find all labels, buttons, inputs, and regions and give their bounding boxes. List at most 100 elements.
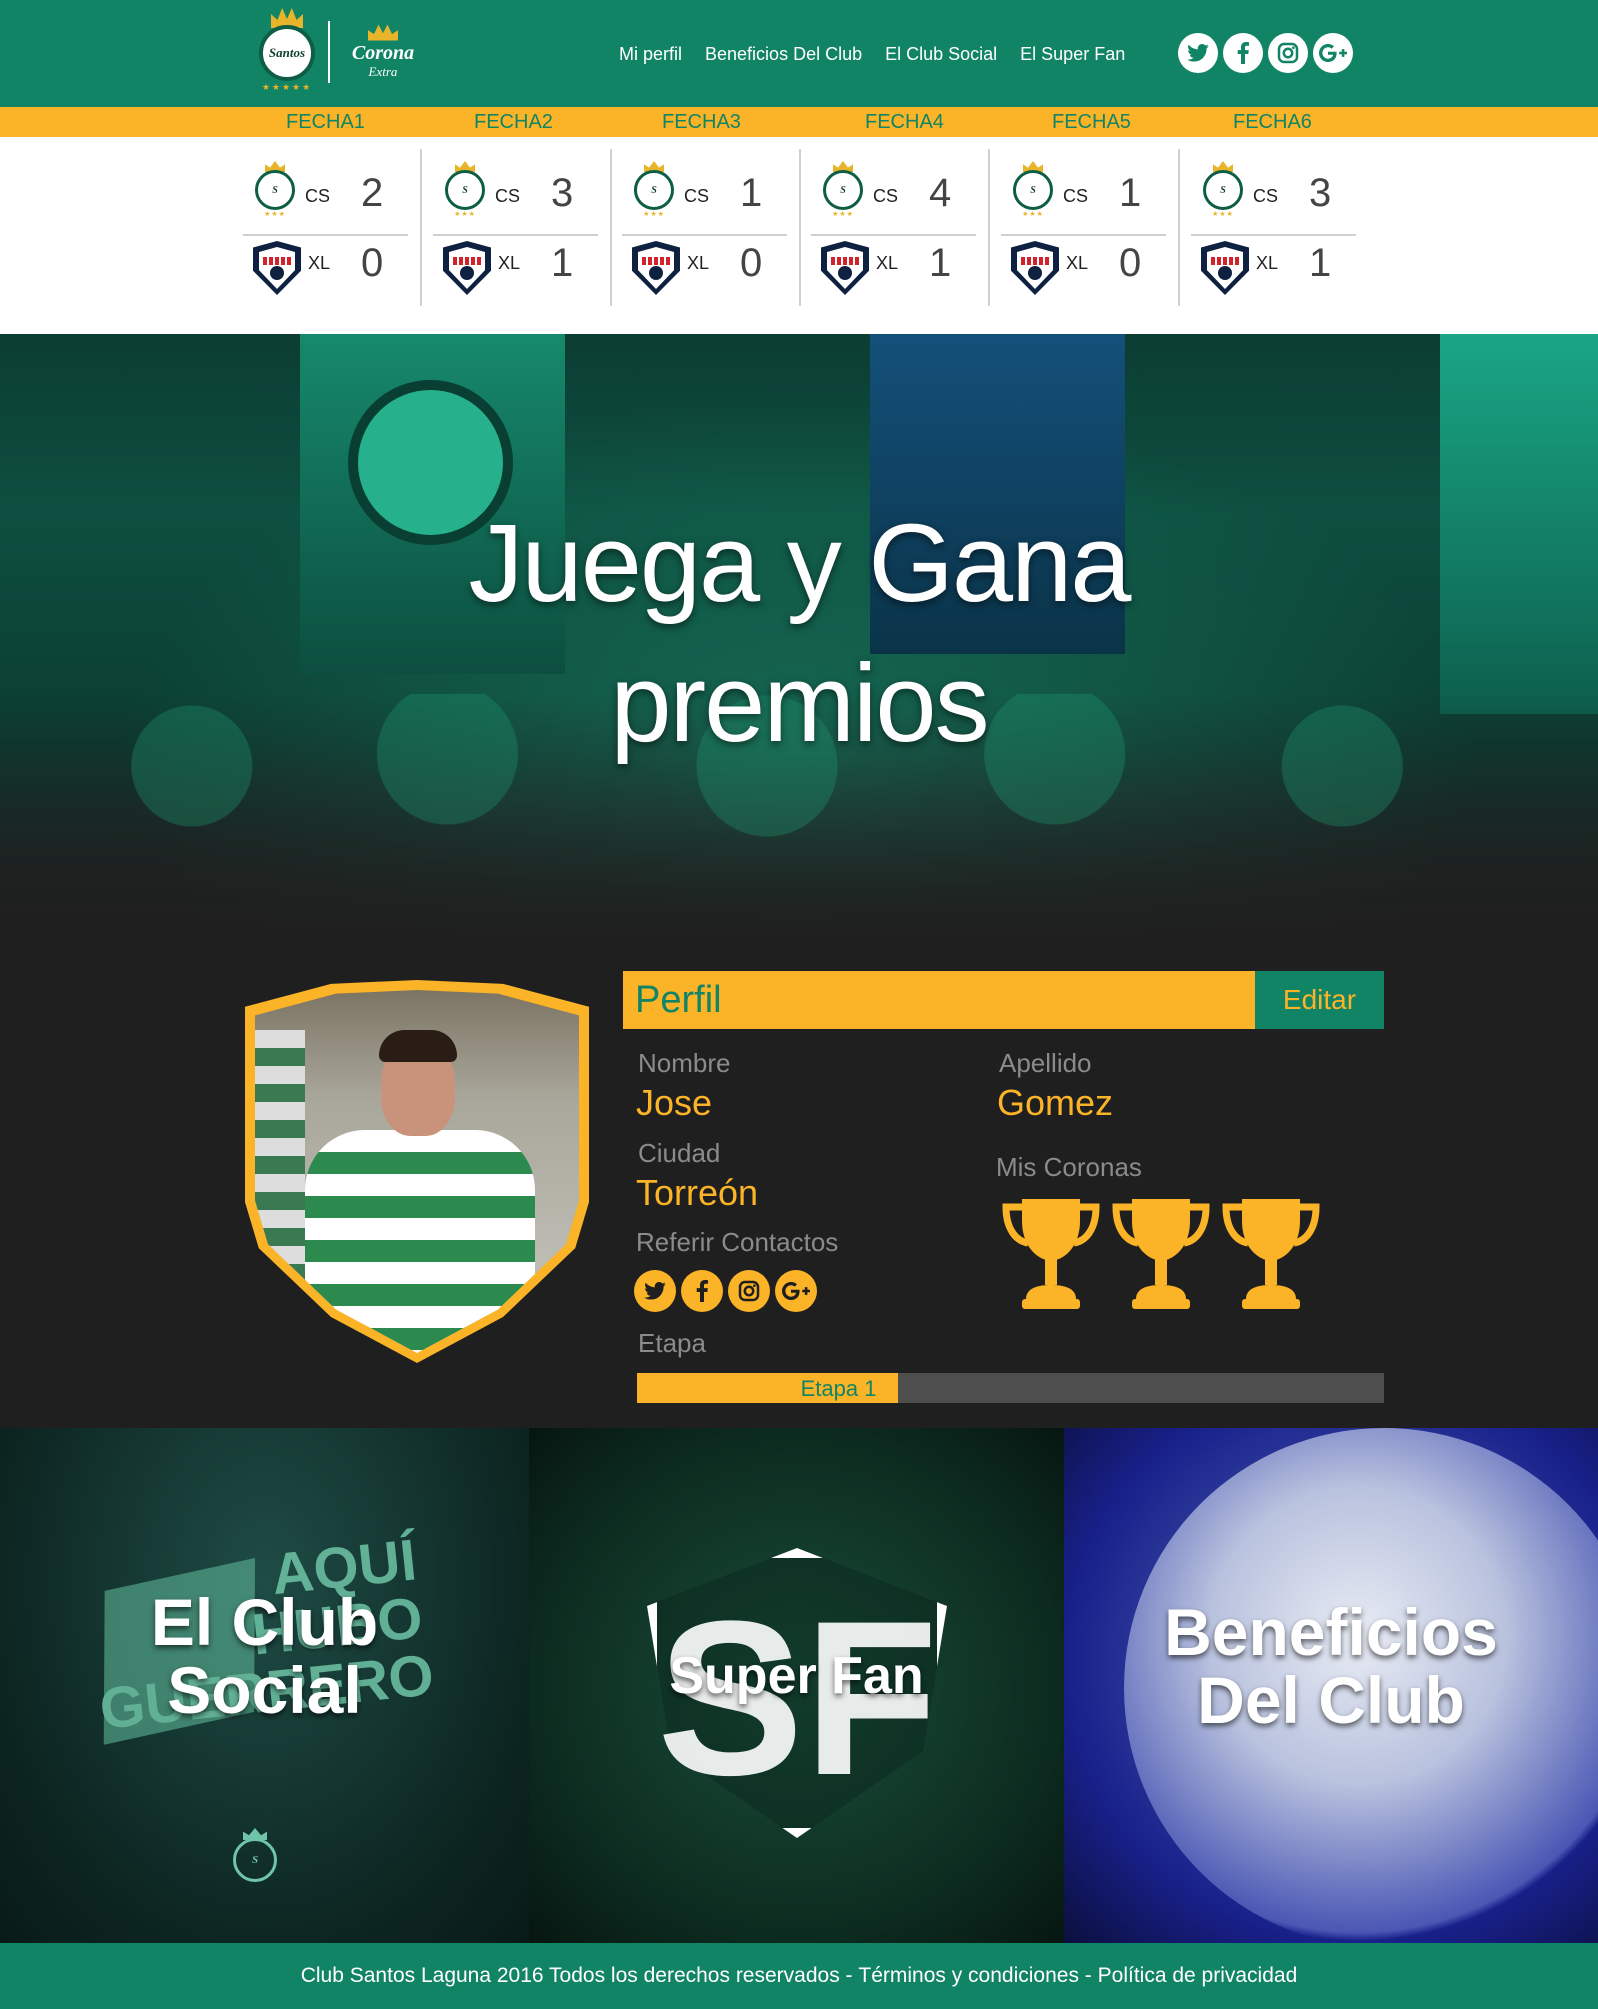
match-divider [1001, 234, 1166, 236]
beneficios-title: Beneficios Del Club [1164, 1594, 1498, 1737]
match-card[interactable]: S ★★★ CS 3 XL 1 [1191, 149, 1356, 304]
match-divider [433, 234, 598, 236]
xl-crest-icon [821, 241, 869, 297]
profile-photo[interactable] [255, 990, 579, 1353]
column-divider [988, 149, 990, 306]
copyright-text: Club Santos Laguna 2016 Todos los derech… [300, 1964, 840, 1987]
match-divider [622, 234, 787, 236]
column-divider [799, 149, 801, 306]
xl-crest-icon [1201, 241, 1249, 297]
apellido-value: Gomez [997, 1082, 1114, 1123]
away-team-code: XL [687, 253, 710, 273]
facebook-icon[interactable] [1223, 33, 1263, 73]
twitter-icon[interactable] [634, 1270, 676, 1312]
away-team-code: XL [1256, 253, 1279, 273]
profile-header: Perfil [623, 971, 1255, 1029]
away-score: 0 [740, 241, 763, 285]
home-team-code: CS [495, 186, 521, 206]
away-score: 1 [1309, 241, 1332, 285]
xl-crest-icon [1011, 241, 1059, 297]
match-divider [1191, 234, 1356, 236]
fecha-2-tab[interactable]: FECHA2 [474, 111, 553, 134]
away-score: 0 [1119, 241, 1142, 285]
away-score: 1 [929, 241, 952, 285]
apellido-label: Apellido [999, 1048, 1092, 1078]
logo-divider [328, 21, 330, 83]
away-team-code: XL [876, 253, 899, 273]
nombre-label: Nombre [638, 1048, 731, 1078]
fecha-5-tab[interactable]: FECHA5 [1052, 111, 1131, 134]
fecha-1-tab[interactable]: FECHA1 [286, 111, 365, 134]
away-score: 1 [551, 241, 574, 285]
away-score: 0 [361, 241, 384, 285]
main-nav: Mi perfil Beneficios Del Club El Club So… [619, 44, 1125, 65]
nombre-value: Jose [636, 1082, 713, 1123]
home-team-code: CS [305, 186, 331, 206]
twitter-icon[interactable] [1178, 33, 1218, 73]
instagram-icon[interactable] [728, 1270, 770, 1312]
nav-mi-perfil[interactable]: Mi perfil [619, 44, 682, 65]
coronas-trophies [1000, 1195, 1322, 1317]
coronas-label: Mis Coronas [996, 1152, 1142, 1182]
privacy-link[interactable]: Política de privacidad [1098, 1964, 1298, 1988]
terms-link[interactable]: Términos y condiciones [858, 1964, 1079, 1988]
match-card[interactable]: S ★★★ CS 3 XL 1 [433, 149, 612, 306]
hero-title: Juega y Gana premios [468, 502, 1132, 765]
fecha-6-tab[interactable]: FECHA6 [1233, 111, 1312, 134]
match-card[interactable]: S ★★★ CS 1 XL 0 [622, 149, 801, 306]
beneficios-tile[interactable]: Beneficios Del Club [1064, 1428, 1598, 1943]
fecha-3-tab[interactable]: FECHA3 [662, 111, 741, 134]
santos-crest-icon: S [229, 1828, 281, 1894]
etapa-progress-bar: Etapa 1 [637, 1373, 1384, 1403]
etapa-progress-fill: Etapa 1 [637, 1373, 899, 1403]
match-card[interactable]: S ★★★ CS 4 XL 1 [811, 149, 990, 306]
santos-crest-icon: S ★★★ [821, 161, 865, 219]
profile-title: Perfil [635, 979, 722, 1021]
google-plus-icon[interactable] [1313, 33, 1353, 73]
club-social-tile[interactable]: AQUÍ HUBO GUERRERO S El Club Social [0, 1428, 529, 1943]
logo-group[interactable]: Santos ★★★★★ Corona Extra [254, 6, 426, 98]
nav-el-super-fan[interactable]: El Super Fan [1020, 44, 1125, 65]
scoreboard: S ★★★ CS 2 XL 0 S ★★★ CS 3 XL 1 S ★★★ CS 1 … [0, 137, 1598, 334]
facebook-icon[interactable] [681, 1270, 723, 1312]
footer-sep: - [1078, 1964, 1098, 1987]
trophy-icon [1110, 1195, 1212, 1317]
match-card[interactable]: S ★★★ CS 2 XL 0 [243, 149, 422, 306]
away-team-code: XL [1066, 253, 1089, 273]
home-score: 1 [740, 171, 763, 215]
google-plus-icon[interactable] [775, 1270, 817, 1312]
super-fan-tile[interactable]: SF Super Fan [529, 1428, 1064, 1943]
super-fan-title: Super Fan [669, 1646, 924, 1705]
nav-el-club-social[interactable]: El Club Social [885, 44, 997, 65]
edit-profile-button[interactable]: Editar [1255, 971, 1384, 1029]
home-score: 2 [361, 171, 384, 215]
referir-label: Referir Contactos [636, 1227, 839, 1257]
ciudad-value: Torreón [636, 1172, 759, 1213]
etapa-label: Etapa [638, 1328, 706, 1358]
etapa-value: Etapa 1 [800, 1376, 877, 1401]
match-card[interactable]: S ★★★ CS 1 XL 0 [1001, 149, 1180, 306]
club-social-title: El Club Social [150, 1584, 379, 1727]
santos-crest-icon: S ★★★ [1201, 161, 1245, 219]
home-score: 1 [1119, 171, 1142, 215]
home-score: 3 [551, 171, 574, 215]
xl-crest-icon [632, 241, 680, 297]
nav-beneficios-del-club[interactable]: Beneficios Del Club [705, 44, 862, 65]
instagram-icon[interactable] [1268, 33, 1308, 73]
corona-logo: Corona Extra [340, 24, 426, 80]
home-score: 3 [1309, 171, 1332, 215]
fechas-bar: FECHA1 FECHA2 FECHA3 FECHA4 FECHA5 FECHA… [0, 107, 1598, 137]
santos-crest-icon: S ★★★ [253, 161, 297, 219]
home-score: 4 [929, 171, 952, 215]
trophy-icon [1220, 1195, 1322, 1317]
footer: Club Santos Laguna 2016 Todos los derech… [0, 1943, 1598, 2009]
match-divider [243, 234, 408, 236]
santos-crest-icon: S ★★★ [443, 161, 487, 219]
header: Santos ★★★★★ Corona Extra Mi perfil Bene… [0, 0, 1598, 107]
hero-banner: Juega y Gana premios [0, 334, 1598, 934]
column-divider [420, 149, 422, 306]
referral-social-links [634, 1270, 817, 1312]
home-team-code: CS [1253, 186, 1279, 206]
fecha-4-tab[interactable]: FECHA4 [865, 111, 944, 134]
home-team-code: CS [684, 186, 710, 206]
